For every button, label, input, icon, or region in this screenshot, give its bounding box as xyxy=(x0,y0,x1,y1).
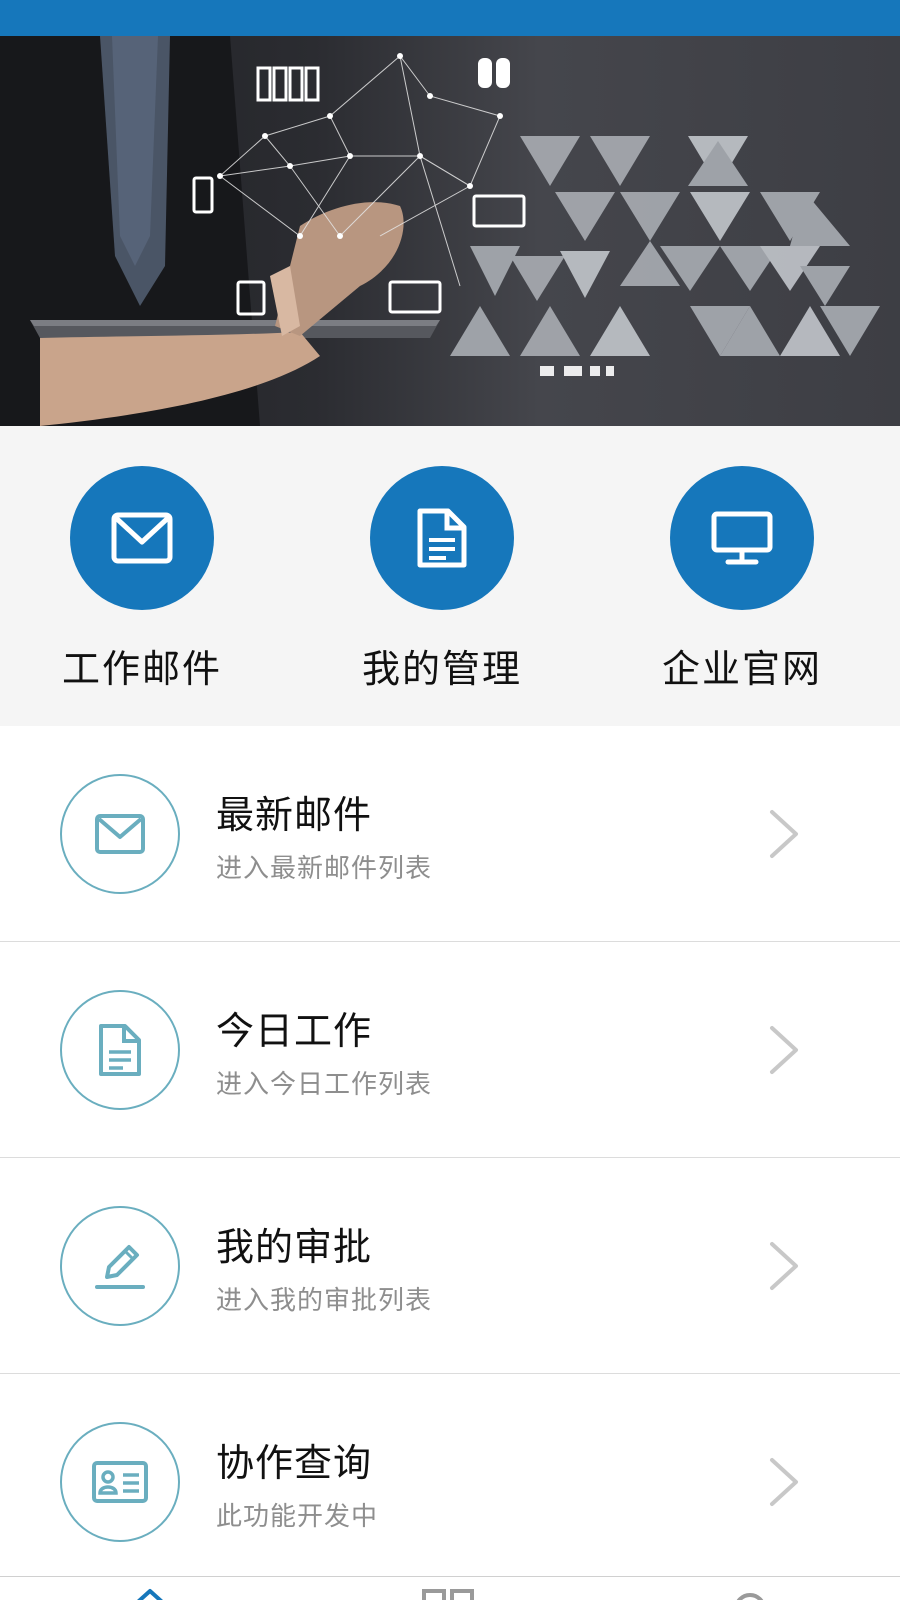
list-item-title: 我的审批 xyxy=(216,1225,373,1269)
quick-action-circle xyxy=(670,466,814,610)
id-card-icon xyxy=(92,1461,148,1503)
mail-icon xyxy=(111,512,173,564)
list-item-today-work[interactable]: 今日工作 进入今日工作列表 xyxy=(0,942,900,1158)
banner-illustration xyxy=(0,36,880,426)
pencil-icon xyxy=(95,1245,145,1289)
list-item-icon-circle xyxy=(60,1422,180,1542)
quick-action-circle xyxy=(70,466,214,610)
chevron-right-icon xyxy=(770,1242,798,1290)
document-icon xyxy=(417,508,467,568)
quick-action-circle xyxy=(370,466,514,610)
banner-image xyxy=(0,36,900,426)
list-item-icon-circle xyxy=(60,774,180,894)
list-item-title: 今日工作 xyxy=(216,1009,373,1053)
list-item-subtitle: 进入今日工作列表 xyxy=(216,1070,433,1100)
grid-icon xyxy=(422,1589,474,1600)
chevron-right-icon xyxy=(770,810,798,858)
quick-action-work-mail[interactable]: 工作邮件 xyxy=(42,466,242,706)
mail-icon xyxy=(95,814,145,854)
quick-action-label: 我的管理 xyxy=(361,647,522,691)
list-item-collaboration-query[interactable]: 协作查询 此功能开发中 xyxy=(0,1374,900,1584)
list-item-subtitle: 此功能开发中 xyxy=(216,1502,379,1532)
list-item-subtitle: 进入最新邮件列表 xyxy=(216,854,433,884)
list-item-subtitle: 进入我的审批列表 xyxy=(216,1286,433,1316)
chevron-right-icon xyxy=(770,1026,798,1074)
search-icon xyxy=(736,1593,764,1600)
list-item-icon-circle xyxy=(60,1206,180,1326)
quick-actions: 工作邮件 我的管理 企业官网 xyxy=(0,426,900,726)
tab-apps[interactable] xyxy=(420,1587,480,1600)
list-item-latest-mail[interactable]: 最新邮件 进入最新邮件列表 xyxy=(0,726,900,942)
status-bar xyxy=(0,0,900,36)
tab-home[interactable] xyxy=(120,1587,180,1600)
list-item-title: 协作查询 xyxy=(216,1441,373,1485)
tab-search[interactable] xyxy=(720,1587,780,1600)
home-icon xyxy=(137,1589,163,1600)
list-item-my-approvals[interactable]: 我的审批 进入我的审批列表 xyxy=(0,1158,900,1374)
quick-action-company-website[interactable]: 企业官网 xyxy=(642,466,842,706)
chevron-right-icon xyxy=(770,1458,798,1506)
document-icon xyxy=(99,1024,141,1076)
quick-action-my-management[interactable]: 我的管理 xyxy=(342,466,542,706)
quick-action-label: 工作邮件 xyxy=(61,647,222,691)
list-item-title: 最新邮件 xyxy=(216,793,373,837)
quick-action-label: 企业官网 xyxy=(661,647,822,691)
list-item-icon-circle xyxy=(60,990,180,1110)
monitor-icon xyxy=(711,511,773,565)
bottom-tab-bar xyxy=(0,1576,900,1600)
feature-list: 最新邮件 进入最新邮件列表 今日工作 进入今日工作列表 我的审批 进入我的审批列… xyxy=(0,726,900,1584)
